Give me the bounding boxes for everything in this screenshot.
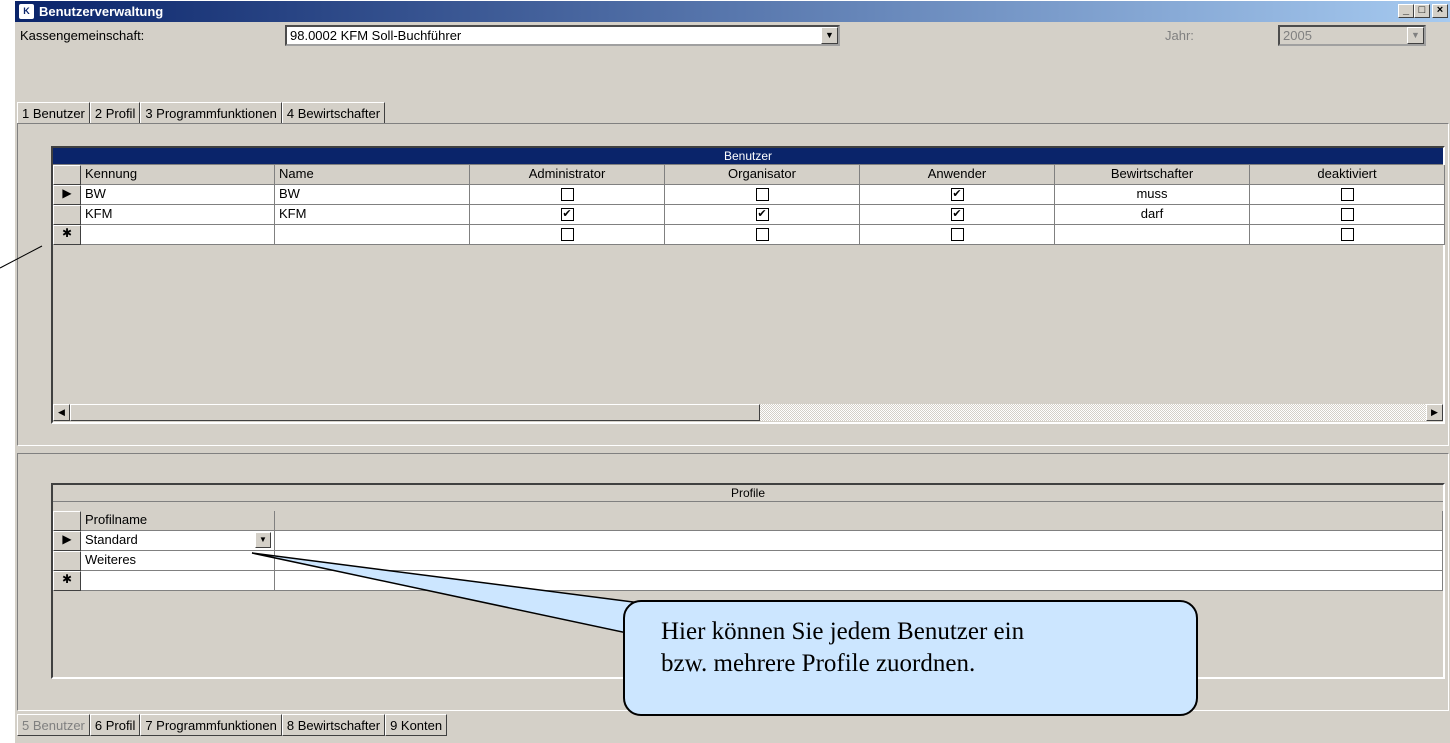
callout-text-line2: bzw. mehrere Profile zuordnen. [661,650,976,677]
callout-text-line1: Hier können Sie jedem Benutzer ein [661,618,1025,645]
callout-box: Hier können Sie jedem Benutzer ein bzw. … [623,600,1198,716]
